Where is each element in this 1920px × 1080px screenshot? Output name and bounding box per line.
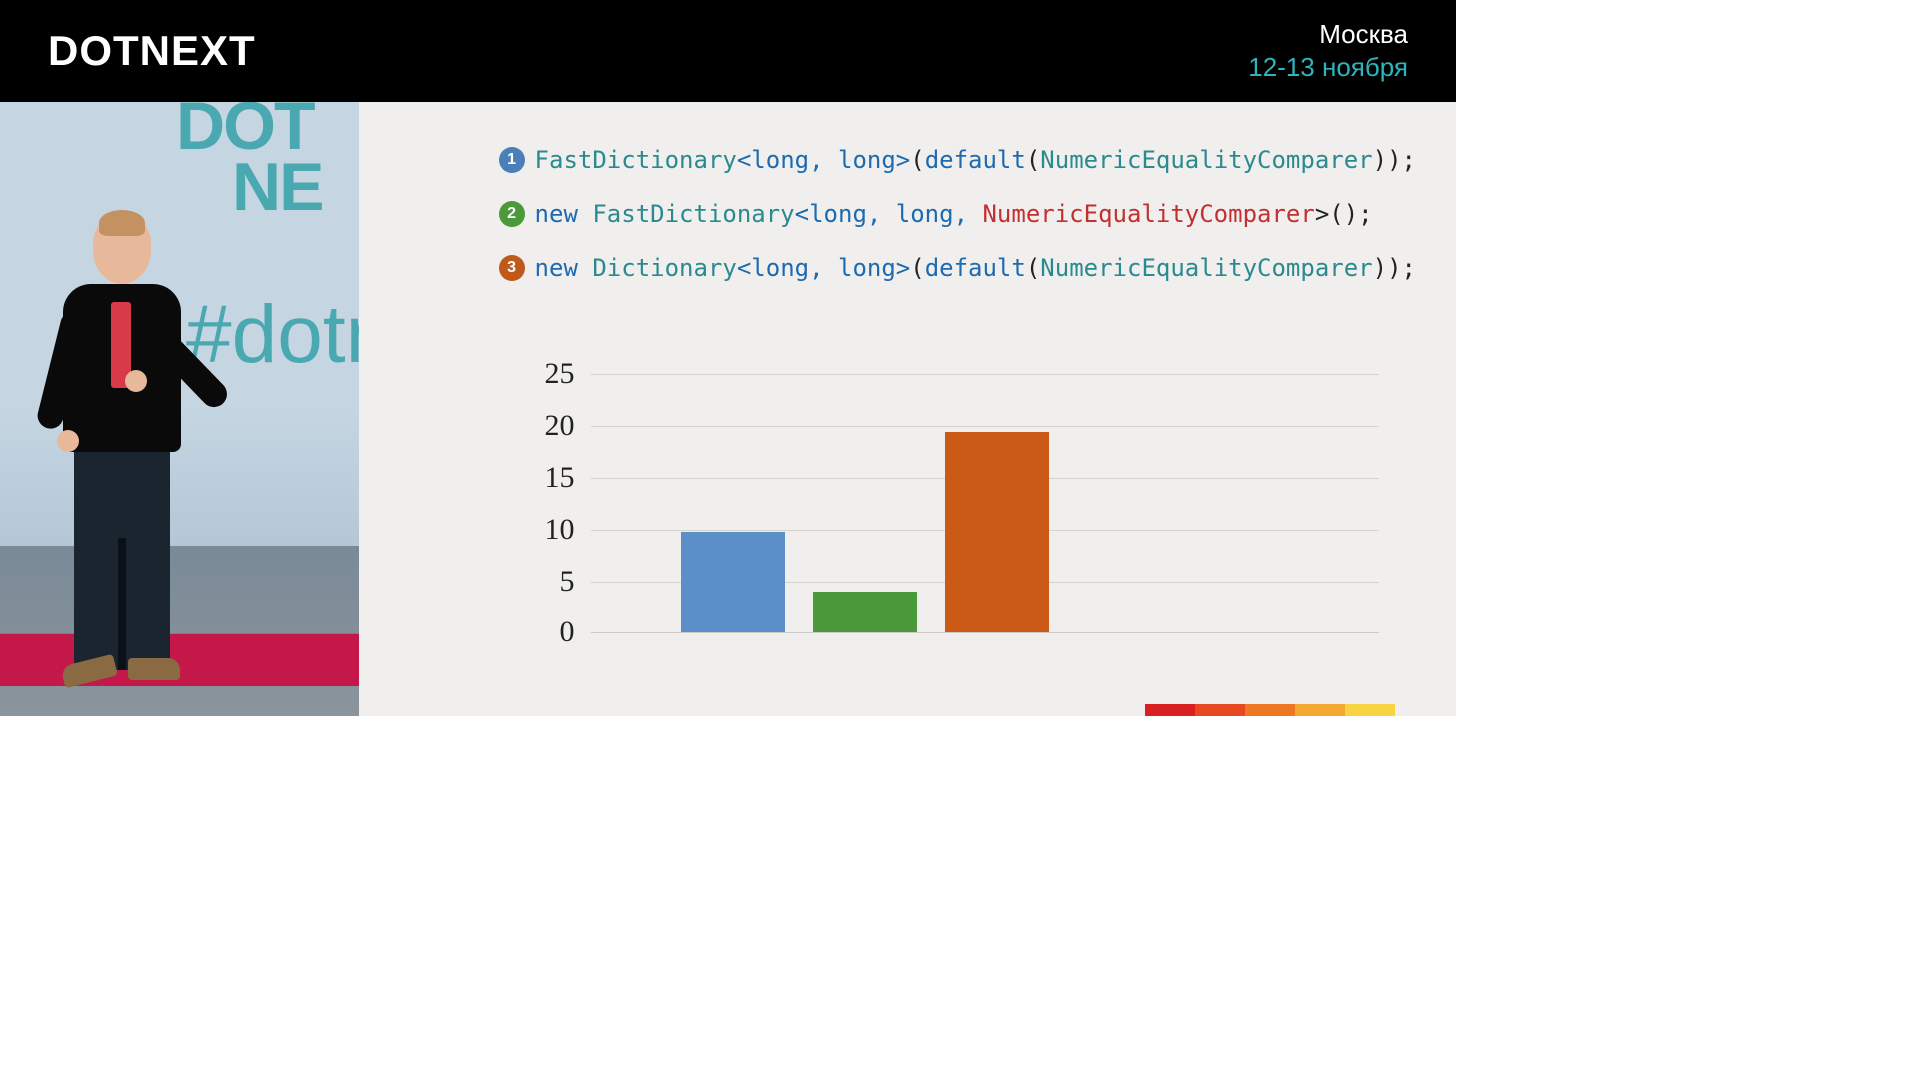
ytick-20: 20 — [545, 409, 575, 443]
speaker-head — [93, 216, 151, 284]
heat-5 — [1345, 704, 1395, 716]
heat-strip — [1145, 704, 1395, 716]
speaker-legs — [74, 452, 170, 670]
heat-2 — [1195, 704, 1245, 716]
logo-text: DOTNEXT — [48, 27, 256, 75]
code-line-3: 3 new Dictionary<long, long>(default(Num… — [499, 254, 1416, 282]
code-3-text: new Dictionary<long, long>(default(Numer… — [535, 254, 1416, 282]
bars-container — [591, 382, 1379, 632]
bar-chart: 25 20 15 10 5 0 — [529, 362, 1379, 652]
y-axis: 25 20 15 10 5 0 — [529, 362, 585, 652]
content-row: DOT NE #dotn 1 FastDictionary<long, long… — [0, 102, 1456, 716]
ytick-10: 10 — [545, 513, 575, 547]
heat-4 — [1295, 704, 1345, 716]
code-line-2: 2 new FastDictionary<long, long, Numeric… — [499, 200, 1416, 228]
camera-pane: DOT NE #dotn — [0, 102, 359, 716]
bullet-3-icon: 3 — [499, 255, 525, 281]
header-right: Москва 12-13 ноября — [1248, 19, 1408, 83]
slide-pane: 1 FastDictionary<long, long>(default(Num… — [359, 102, 1456, 716]
code-1-text: FastDictionary<long, long>(default(Numer… — [535, 146, 1416, 174]
grid-25 — [591, 374, 1379, 375]
header-bar: DOTNEXT Москва 12-13 ноября — [0, 0, 1456, 102]
heat-3 — [1245, 704, 1295, 716]
bar-3 — [945, 432, 1049, 632]
bar-2 — [813, 592, 917, 632]
date-label: 12-13 ноября — [1248, 52, 1408, 83]
ytick-15: 15 — [545, 461, 575, 495]
ytick-5: 5 — [560, 565, 575, 599]
backdrop-logo: DOT NE — [176, 102, 322, 218]
speaker-torso — [63, 284, 181, 452]
bullet-1-icon: 1 — [499, 147, 525, 173]
speaker-figure — [42, 216, 202, 676]
ytick-25: 25 — [545, 357, 575, 391]
ytick-0: 0 — [560, 615, 575, 649]
backdrop-l2: NE — [232, 149, 322, 225]
heat-1 — [1145, 704, 1195, 716]
bottom-margin — [0, 716, 1456, 816]
code-line-1: 1 FastDictionary<long, long>(default(Num… — [499, 146, 1416, 174]
backdrop-hashtag: #dotn — [186, 288, 359, 382]
bar-1 — [681, 532, 785, 632]
city-label: Москва — [1248, 19, 1408, 50]
bullet-2-icon: 2 — [499, 201, 525, 227]
code-2-text: new FastDictionary<long, long, NumericEq… — [535, 200, 1373, 228]
plot-area — [591, 362, 1379, 652]
